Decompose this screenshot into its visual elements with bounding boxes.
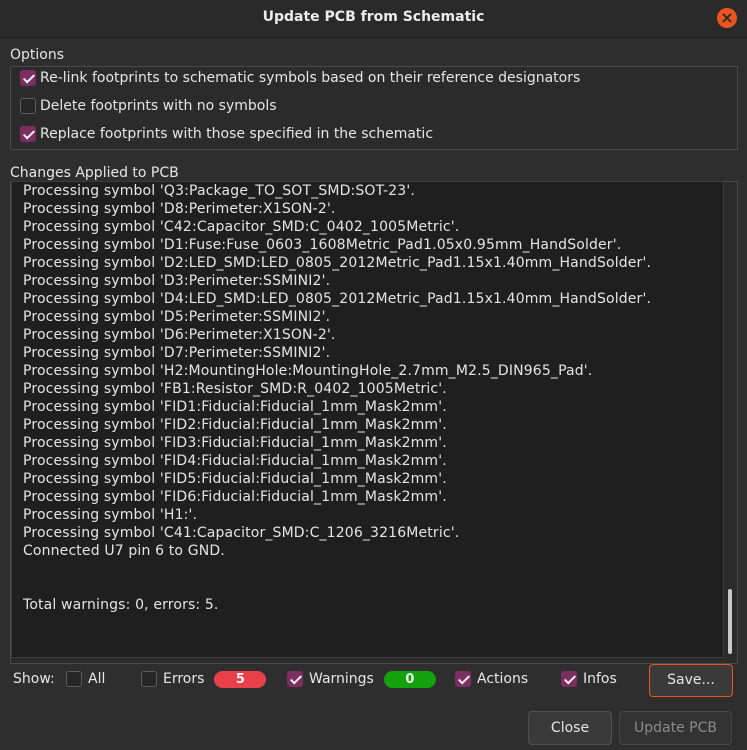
- log-scrollbar[interactable]: [724, 181, 736, 656]
- filter-errors-checkbox[interactable]: [141, 671, 157, 687]
- filter-all-checkbox[interactable]: [66, 671, 82, 687]
- delete-extra-checkbox[interactable]: [20, 98, 36, 114]
- changes-log[interactable]: Processing symbol 'Q3:Package_TO_SOT_SMD…: [11, 181, 724, 658]
- filter-infos-label: Infos: [583, 671, 617, 687]
- dialog-title: Update PCB from Schematic: [262, 9, 485, 25]
- filter-all[interactable]: All: [66, 668, 105, 690]
- log-line: Processing symbol 'H1:'.: [23, 507, 198, 523]
- replace-footprints-checkbox[interactable]: [20, 126, 36, 142]
- relink-label: Re-link footprints to schematic symbols …: [40, 70, 581, 86]
- log-line: Processing symbol 'C42:Capacitor_SMD:C_0…: [23, 219, 460, 235]
- log-line: Processing symbol 'D1:Fuse:Fuse_0603_160…: [23, 237, 622, 253]
- close-icon[interactable]: ×: [717, 8, 737, 28]
- option-replace-footprints[interactable]: Replace footprints with those specified …: [20, 124, 433, 144]
- log-line: Processing symbol 'D8:Perimeter:X1SON-2'…: [23, 201, 336, 217]
- delete-extra-label: Delete footprints with no symbols: [40, 98, 277, 114]
- log-lines: Processing symbol 'Q3:Package_TO_SOT_SMD…: [23, 182, 651, 614]
- replace-footprints-label: Replace footprints with those specified …: [40, 126, 434, 142]
- option-delete-extra[interactable]: Delete footprints with no symbols: [20, 96, 277, 116]
- options-label: Options: [10, 47, 65, 63]
- filter-infos[interactable]: Infos: [561, 668, 617, 690]
- show-label: Show:: [13, 671, 55, 687]
- log-line: Processing symbol 'FID3:Fiducial:Fiducia…: [23, 435, 447, 451]
- filter-errors[interactable]: Errors 5: [141, 668, 267, 690]
- log-line: Processing symbol 'Q3:Package_TO_SOT_SMD…: [23, 183, 415, 199]
- close-button[interactable]: Close: [528, 711, 612, 745]
- errors-count-badge: 5: [214, 670, 267, 688]
- log-line: Processing symbol 'H2:MountingHole:Mount…: [23, 363, 593, 379]
- option-relink[interactable]: Re-link footprints to schematic symbols …: [20, 68, 580, 88]
- filter-actions-label: Actions: [477, 671, 529, 687]
- warnings-count-badge: 0: [383, 670, 436, 688]
- log-line: Connected U7 pin 6 to GND.: [23, 543, 225, 559]
- log-scroll-thumb[interactable]: [728, 589, 732, 654]
- filter-warnings-label: Warnings: [309, 671, 374, 687]
- save-button[interactable]: Save...: [649, 664, 733, 697]
- log-line: Processing symbol 'FID6:Fiducial:Fiducia…: [23, 489, 447, 505]
- update-pcb-button[interactable]: Update PCB: [619, 711, 732, 745]
- log-line: Processing symbol 'FID5:Fiducial:Fiducia…: [23, 471, 447, 487]
- filter-warnings-checkbox[interactable]: [287, 671, 303, 687]
- show-label-row: Show:: [13, 668, 55, 690]
- filter-actions[interactable]: Actions: [455, 668, 528, 690]
- log-line: Processing symbol 'D7:Perimeter:SSMINI2'…: [23, 345, 331, 361]
- log-line: Processing symbol 'D2:LED_SMD:LED_0805_2…: [23, 255, 652, 271]
- filter-warnings[interactable]: Warnings 0: [287, 668, 436, 690]
- log-line: Processing symbol 'D6:Perimeter:X1SON-2'…: [23, 327, 336, 343]
- log-line: Processing symbol 'C41:Capacitor_SMD:C_1…: [23, 525, 460, 541]
- filter-actions-checkbox[interactable]: [455, 671, 471, 687]
- log-line: Total warnings: 0, errors: 5.: [23, 597, 219, 613]
- filter-errors-label: Errors: [163, 671, 205, 687]
- log-line: Processing symbol 'FID1:Fiducial:Fiducia…: [23, 399, 447, 415]
- log-line: Processing symbol 'FB1:Resistor_SMD:R_04…: [23, 381, 447, 397]
- log-line: Processing symbol 'D3:Perimeter:SSMINI2'…: [23, 273, 331, 289]
- relink-checkbox[interactable]: [20, 70, 36, 86]
- changes-label: Changes Applied to PCB: [10, 165, 179, 181]
- log-line: Processing symbol 'D4:LED_SMD:LED_0805_2…: [23, 291, 652, 307]
- log-line: Processing symbol 'FID2:Fiducial:Fiducia…: [23, 417, 447, 433]
- title-bar: Update PCB from Schematic ×: [0, 0, 747, 38]
- log-line: Processing symbol 'FID4:Fiducial:Fiducia…: [23, 453, 447, 469]
- filter-all-label: All: [88, 671, 106, 687]
- log-line: Processing symbol 'D5:Perimeter:SSMINI2'…: [23, 309, 331, 325]
- filter-infos-checkbox[interactable]: [561, 671, 577, 687]
